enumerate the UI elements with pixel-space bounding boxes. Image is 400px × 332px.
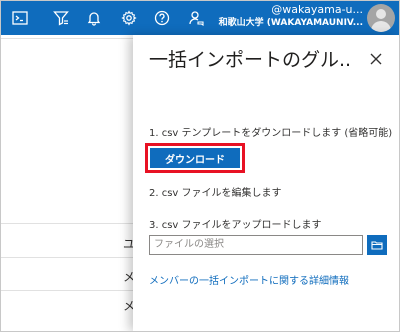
background-page: ユ メ メ <box>1 35 135 331</box>
close-button[interactable] <box>365 48 387 70</box>
divider <box>1 223 133 224</box>
divider <box>1 257 133 258</box>
top-bar: @wakayama-u... 和歌山大学 (WAKAYAMAUNIV... <box>1 1 399 35</box>
avatar-head <box>376 9 386 19</box>
info-link[interactable]: メンバーの一括インポートに関する詳細情報 <box>149 275 349 288</box>
help-icon[interactable] <box>151 7 173 29</box>
file-select-input[interactable]: ファイルの選択 <box>149 235 363 255</box>
close-icon <box>370 53 382 65</box>
step2-text: 2. csv ファイルを編集します <box>149 188 282 199</box>
settings-icon[interactable] <box>118 7 140 29</box>
divider <box>1 38 133 39</box>
browse-button[interactable] <box>367 235 387 255</box>
portal-window: @wakayama-u... 和歌山大学 (WAKAYAMAUNIV... ユ … <box>0 0 400 332</box>
account-info[interactable]: @wakayama-u... 和歌山大学 (WAKAYAMAUNIV... <box>203 3 363 30</box>
account-name: @wakayama-u... <box>271 3 363 16</box>
cloud-shell-icon[interactable] <box>9 7 31 29</box>
folder-icon <box>371 241 383 250</box>
panel-title: 一括インポートのグル... <box>149 49 349 71</box>
avatar-shoulders <box>371 21 391 32</box>
step3-text: 3. csv ファイルをアップロードします <box>149 220 322 231</box>
divider <box>1 290 133 291</box>
notifications-icon[interactable] <box>83 7 105 29</box>
avatar[interactable] <box>367 4 395 32</box>
step1-text: 1. csv テンプレートをダウンロードします (省略可能) <box>149 128 393 139</box>
bulk-import-panel: 一括インポートのグル... 1. csv テンプレートをダウンロードします (省… <box>133 35 399 331</box>
directory-filter-icon[interactable] <box>50 7 72 29</box>
account-org: 和歌山大学 (WAKAYAMAUNIV... <box>218 18 363 28</box>
download-button[interactable]: ダウンロード <box>150 148 240 168</box>
